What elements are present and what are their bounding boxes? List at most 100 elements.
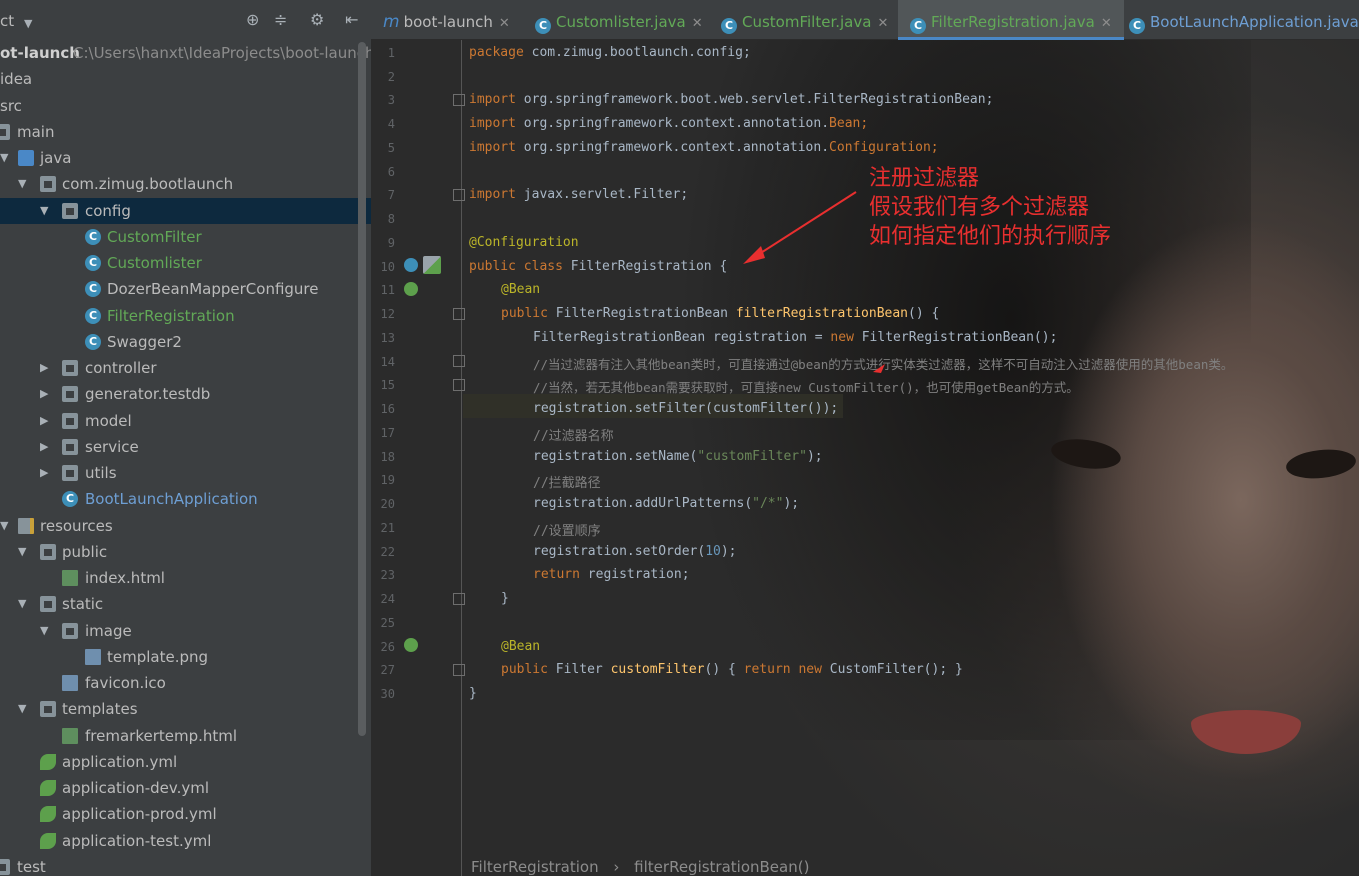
tab-bootlaunchapplication[interactable]: C BootLaunchApplication.java [1129, 0, 1359, 40]
package-icon [40, 176, 56, 192]
tree-item-customlister[interactable]: C Customlister [0, 250, 360, 276]
close-icon[interactable]: ✕ [877, 16, 888, 31]
code-line[interactable]: package com.zimug.bootlaunch.config; [469, 45, 751, 60]
tree-item-template-png[interactable]: template.png [0, 644, 360, 670]
tab-customfilter[interactable]: C CustomFilter.java ✕ [721, 0, 888, 40]
code-line[interactable]: @Bean [501, 282, 540, 297]
code-line[interactable]: FilterRegistrationBean registration = ne… [533, 330, 1057, 345]
fold-icon[interactable] [453, 94, 465, 106]
tree-item-config[interactable]: ▼ config [0, 198, 371, 224]
tree-item-resources[interactable]: ▼ resources [0, 513, 360, 539]
tree-item-customfilter[interactable]: C CustomFilter [0, 224, 360, 250]
code-line[interactable]: public class FilterRegistration { [469, 259, 727, 274]
tree-item-bootlaunchapplication[interactable]: C BootLaunchApplication [0, 486, 360, 512]
tree-item-idea[interactable]: idea [0, 66, 360, 92]
comment-line[interactable]: //过滤器名称 [533, 425, 614, 444]
code-line[interactable]: import org.springframework.context.annot… [469, 116, 868, 131]
sidebar-scrollbar[interactable] [358, 42, 366, 736]
tree-item-controller[interactable]: ▶ controller [0, 355, 360, 381]
code-line[interactable]: registration.setOrder(10); [533, 544, 737, 559]
expanded-arrow-icon[interactable]: ▼ [40, 618, 48, 644]
locate-icon[interactable]: ⊕ [246, 10, 259, 30]
spring-beans-gutter-icon[interactable] [423, 256, 441, 274]
comment-line[interactable]: //当然，若无其他bean需要获取时，可直接new CustomFilter()… [533, 377, 1079, 396]
fold-icon[interactable] [453, 664, 465, 676]
code-line[interactable]: public Filter customFilter() { return ne… [501, 662, 963, 677]
collapsed-arrow-icon[interactable]: ▶ [40, 460, 48, 486]
tree-item-application-dev-yml[interactable]: application-dev.yml [0, 775, 360, 801]
tree-item-public[interactable]: ▼ public [0, 539, 360, 565]
fold-icon[interactable] [453, 355, 465, 367]
code-editor[interactable]: 1 2 3 4 5 6 7 8 9 10 11 12 13 14 15 16 1… [371, 40, 1359, 876]
code-line[interactable]: return registration; [533, 567, 690, 582]
bean-navigation-gutter-icon[interactable] [404, 638, 418, 652]
code-line[interactable]: import javax.servlet.Filter; [469, 187, 688, 202]
tree-item-package-bootlaunch[interactable]: ▼ com.zimug.bootlaunch [0, 171, 360, 197]
tree-item-image[interactable]: ▼ image [0, 618, 360, 644]
close-icon[interactable]: ✕ [499, 16, 510, 31]
tab-boot-launch[interactable]: m boot-launch ✕ [383, 0, 510, 40]
tab-customlister[interactable]: C Customlister.java ✕ [535, 0, 703, 40]
tree-item-application-yml[interactable]: application.yml [0, 749, 360, 775]
code-line[interactable]: public FilterRegistrationBean filterRegi… [501, 306, 939, 321]
tree-item-test[interactable]: test [0, 854, 360, 876]
code-line[interactable]: @Configuration [469, 235, 579, 250]
tree-item-label: controller [85, 359, 157, 377]
code-line[interactable]: } [501, 591, 509, 606]
tree-item-filterregistration[interactable]: C FilterRegistration [0, 303, 360, 329]
gear-icon[interactable]: ⚙ [310, 10, 324, 30]
tree-item-src[interactable]: src [0, 93, 360, 119]
tree-item-swagger2[interactable]: C Swagger2 [0, 329, 360, 355]
tree-item-application-prod-yml[interactable]: application-prod.yml [0, 801, 360, 827]
close-icon[interactable]: ✕ [692, 16, 703, 31]
tree-item-application-test-yml[interactable]: application-test.yml [0, 828, 360, 854]
tree-item-service[interactable]: ▶ service [0, 434, 360, 460]
expanded-arrow-icon[interactable]: ▼ [0, 145, 8, 171]
code-line[interactable]: registration.addUrlPatterns("/*"); [533, 496, 799, 511]
expanded-arrow-icon[interactable]: ▼ [18, 171, 26, 197]
code-line[interactable]: } [469, 686, 477, 701]
collapse-all-icon[interactable]: ≑ [274, 10, 287, 30]
code-line[interactable]: registration.setFilter(customFilter()); [533, 401, 838, 416]
expanded-arrow-icon[interactable]: ▼ [18, 696, 26, 722]
fold-icon[interactable] [453, 189, 465, 201]
code-line[interactable]: registration.setName("customFilter"); [533, 449, 823, 464]
project-panel-title[interactable]: ct [0, 12, 14, 30]
code-line[interactable]: import org.springframework.boot.web.serv… [469, 92, 993, 107]
bean-navigation-gutter-icon[interactable] [404, 282, 418, 296]
hide-panel-icon[interactable]: ⇤ [345, 10, 358, 30]
tree-item-dozerbeanmapperconfigure[interactable]: C DozerBeanMapperConfigure [0, 276, 360, 302]
expanded-arrow-icon[interactable]: ▼ [18, 539, 26, 565]
tree-item-fremarkertemp-html[interactable]: fremarkertemp.html [0, 723, 360, 749]
tree-item-generator-testdb[interactable]: ▶ generator.testdb [0, 381, 360, 407]
collapsed-arrow-icon[interactable]: ▶ [40, 434, 48, 460]
collapsed-arrow-icon[interactable]: ▶ [40, 381, 48, 407]
tree-item-model[interactable]: ▶ model [0, 408, 360, 434]
fold-icon[interactable] [453, 593, 465, 605]
tree-item-favicon-ico[interactable]: favicon.ico [0, 670, 360, 696]
dropdown-icon[interactable]: ▼ [24, 14, 32, 34]
fold-icon[interactable] [453, 379, 465, 391]
comment-line[interactable]: //设置顺序 [533, 520, 601, 539]
tree-item-templates[interactable]: ▼ templates [0, 696, 360, 722]
tree-item-java[interactable]: ▼ java [0, 145, 360, 171]
tab-filterregistration[interactable]: C FilterRegistration.java ✕ [898, 0, 1124, 40]
comment-line[interactable]: //拦截路径 [533, 472, 601, 491]
collapsed-arrow-icon[interactable]: ▶ [40, 355, 48, 381]
code-line[interactable]: import org.springframework.context.annot… [469, 140, 939, 155]
fold-icon[interactable] [453, 308, 465, 320]
tree-item-project-root[interactable]: ot-launch C:\Users\hanxt\IdeaProjects\bo… [0, 40, 371, 66]
breadcrumb-item[interactable]: filterRegistrationBean() [634, 858, 809, 876]
expanded-arrow-icon[interactable]: ▼ [40, 198, 48, 224]
collapsed-arrow-icon[interactable]: ▶ [40, 408, 48, 434]
tree-item-static[interactable]: ▼ static [0, 591, 360, 617]
expanded-arrow-icon[interactable]: ▼ [0, 513, 8, 539]
tree-item-utils[interactable]: ▶ utils [0, 460, 360, 486]
code-line[interactable]: @Bean [501, 639, 540, 654]
close-icon[interactable]: ✕ [1101, 16, 1112, 31]
tree-item-main[interactable]: main [0, 119, 360, 145]
breadcrumb-item[interactable]: FilterRegistration [471, 858, 599, 876]
expanded-arrow-icon[interactable]: ▼ [18, 591, 26, 617]
tree-item-index-html[interactable]: index.html [0, 565, 360, 591]
spring-bean-gutter-icon[interactable] [404, 258, 418, 272]
